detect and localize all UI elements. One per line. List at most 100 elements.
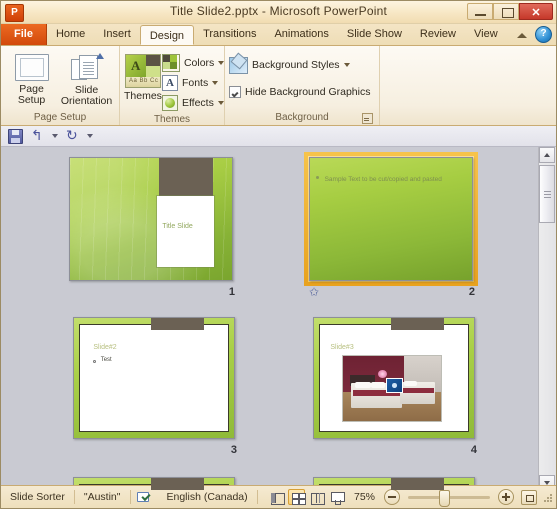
slide-2-body-text: Sample Text to be cut/copied and pasted: [324, 176, 442, 184]
tab-home[interactable]: Home: [47, 24, 94, 45]
status-theme-name[interactable]: "Austin": [75, 486, 130, 508]
ribbon-group-themes: A Aa Bb Cc Themes Colors A Fonts Effects…: [119, 46, 225, 125]
themes-group-label: Themes: [153, 114, 191, 125]
slide-1-title-text: Title Slide: [162, 222, 193, 230]
page-setup-icon: [14, 54, 49, 81]
slide-brown-tab: [150, 478, 204, 490]
background-styles-button[interactable]: Background Styles: [229, 55, 350, 75]
slide-3-content: Slide#2 Test: [74, 318, 234, 438]
view-button-reading-view[interactable]: [308, 489, 325, 505]
fonts-chevron-down-icon[interactable]: [212, 81, 219, 85]
minimize-button[interactable]: [467, 3, 493, 20]
themes-icon-letter: A: [130, 58, 141, 73]
themes-icon-caption: Aa Bb Cc: [128, 78, 159, 84]
slide-4-title-text: Slide#3: [330, 344, 354, 352]
status-right-controls: 75%: [268, 489, 556, 507]
zoom-in-button[interactable]: [498, 489, 514, 505]
hide-background-graphics-checkbox[interactable]: Hide Background Graphics: [229, 82, 370, 102]
slide-brown-band: [159, 158, 213, 199]
tab-file[interactable]: File: [1, 24, 47, 45]
slide-brown-tab: [390, 478, 444, 490]
slide-title-card: [157, 195, 215, 267]
fit-to-window-button[interactable]: [521, 489, 537, 505]
hide-background-graphics-label: Hide Background Graphics: [245, 86, 371, 98]
slide-number: 2: [468, 286, 475, 298]
customize-quick-access-icon[interactable]: [87, 134, 93, 138]
save-icon[interactable]: [8, 128, 23, 144]
view-button-slide-show[interactable]: [328, 489, 345, 505]
themes-gallery-button[interactable]: A Aa Bb Cc Themes: [124, 51, 162, 103]
background-dialog-launcher-icon[interactable]: [362, 113, 373, 124]
theme-colors-button[interactable]: Colors: [161, 53, 225, 73]
scrollbar-thumb[interactable]: [539, 165, 555, 223]
theme-fonts-label: Fonts: [181, 77, 209, 89]
ribbon-group-background: Background Styles Hide Background Graphi…: [224, 46, 379, 125]
effects-chevron-down-icon[interactable]: [217, 101, 224, 105]
slide-3-bullet-icon: [93, 359, 97, 363]
effects-icon: [161, 95, 178, 111]
spelling-check-icon[interactable]: [136, 491, 152, 504]
slide-inner-panel: Slide#3: [319, 324, 469, 432]
slide-inner-panel: Slide#2 Test: [79, 324, 229, 432]
themes-group-body: A Aa Bb Cc Themes Colors A Fonts Effects: [124, 49, 225, 113]
slide-thumbnail-3[interactable]: Slide#2 Test 3: [73, 317, 237, 456]
slide-frame: Slide#3: [313, 317, 475, 439]
slide-1-content: Title Slide: [70, 158, 232, 280]
tab-view[interactable]: View: [465, 24, 507, 45]
close-button[interactable]: ✕: [519, 3, 553, 20]
tab-review[interactable]: Review: [411, 24, 465, 45]
slide-thumbnail-2[interactable]: Sample Text to be cut/copied and pasted …: [304, 152, 478, 299]
window-controls: ✕: [467, 3, 553, 20]
view-button-normal[interactable]: [268, 489, 285, 505]
background-styles-icon: [229, 56, 248, 74]
status-view-name[interactable]: Slide Sorter: [1, 486, 74, 508]
background-styles-label: Background Styles: [252, 59, 340, 71]
status-divider: [129, 490, 131, 504]
help-icon[interactable]: ?: [535, 26, 552, 43]
slide-2-content: Sample Text to be cut/copied and pasted: [310, 158, 472, 280]
quick-access-toolbar: ↰ ↻: [1, 126, 556, 147]
animation-star-icon[interactable]: ✩: [309, 286, 322, 299]
slide-thumbnail-4[interactable]: Slide#3 4: [313, 317, 477, 456]
slide-orientation-icon: [70, 53, 104, 82]
maximize-button[interactable]: [493, 3, 519, 20]
scroll-up-button[interactable]: [539, 147, 555, 163]
theme-effects-button[interactable]: Effects: [161, 93, 224, 113]
vertical-scrollbar[interactable]: [538, 147, 556, 491]
theme-effects-label: Effects: [181, 97, 214, 109]
tab-transitions[interactable]: Transitions: [194, 24, 265, 45]
slide-4-content: Slide#3: [314, 318, 474, 438]
slide-brown-tab: [150, 318, 204, 330]
slide-3-body-text: Test: [100, 356, 112, 363]
slide-thumbnail-1[interactable]: Title Slide 1: [69, 157, 235, 298]
undo-chevron-down-icon[interactable]: [52, 134, 58, 138]
powerpoint-window: P Title Slide2.pptx - Microsoft PowerPoi…: [0, 0, 557, 509]
slide-sorter-canvas[interactable]: Title Slide 1 Sample Text to be cut/copi…: [1, 147, 539, 491]
background-group-label-text: Background: [275, 112, 329, 123]
collapse-ribbon-icon[interactable]: [516, 28, 529, 41]
ribbon-tabs: File Home Insert Design Transitions Anim…: [1, 24, 507, 45]
undo-icon[interactable]: ↰: [31, 129, 44, 143]
resize-grip-icon[interactable]: [542, 492, 552, 502]
theme-fonts-button[interactable]: A Fonts: [161, 73, 224, 93]
zoom-level-label[interactable]: 75%: [348, 491, 381, 503]
zoom-slider-handle[interactable]: [439, 489, 451, 507]
theme-colors-label: Colors: [183, 57, 215, 69]
zoom-out-button[interactable]: [384, 489, 400, 505]
ribbon-group-page-setup: Page Setup Slide Orientation Page Setup: [1, 46, 119, 125]
page-setup-group-body: Page Setup Slide Orientation: [5, 49, 115, 111]
view-button-slide-sorter[interactable]: [287, 489, 306, 505]
tab-animations[interactable]: Animations: [265, 24, 337, 45]
slide-orientation-button[interactable]: Slide Orientation: [58, 51, 115, 107]
slide-frame: Sample Text to be cut/copied and pasted: [309, 157, 473, 281]
status-divider: [256, 490, 258, 504]
redo-icon[interactable]: ↻: [66, 129, 79, 143]
tab-slide-show[interactable]: Slide Show: [338, 24, 411, 45]
slide-number: 3: [230, 444, 237, 456]
themes-small-buttons: Colors A Fonts Effects: [161, 51, 225, 113]
tab-design[interactable]: Design: [139, 25, 195, 45]
zoom-slider[interactable]: [408, 489, 490, 507]
tab-insert[interactable]: Insert: [94, 24, 140, 45]
page-setup-button[interactable]: Page Setup: [5, 51, 58, 106]
background-styles-chevron-down-icon[interactable]: [343, 63, 350, 67]
